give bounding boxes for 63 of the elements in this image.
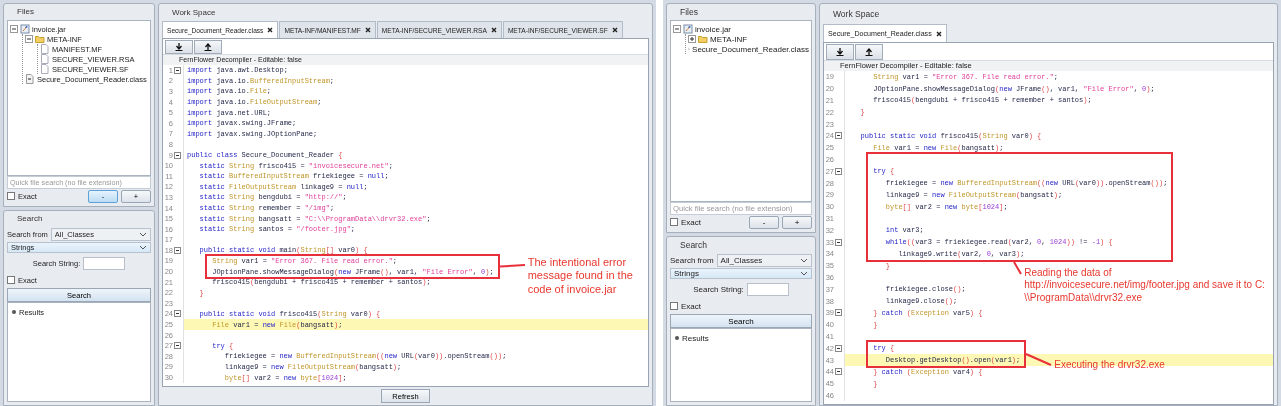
add-button[interactable]: + xyxy=(782,215,812,229)
checkbox[interactable] xyxy=(7,192,15,200)
close-icon[interactable] xyxy=(490,27,497,33)
folder-icon xyxy=(698,34,708,44)
tree-item[interactable]: Results xyxy=(682,333,709,343)
checkbox[interactable] xyxy=(7,276,15,284)
collapse-icon[interactable] xyxy=(174,342,181,350)
folder-icon xyxy=(35,34,45,44)
download-icon xyxy=(836,48,844,56)
dropdown[interactable]: All_Classes xyxy=(716,253,812,267)
collapse-icon[interactable] xyxy=(835,368,842,376)
expand-icon[interactable] xyxy=(688,35,696,43)
jar-icon xyxy=(683,24,693,34)
leader-line xyxy=(1025,353,1053,367)
panel-title: Search xyxy=(16,213,43,225)
search-string-field[interactable] xyxy=(746,282,789,296)
search-string-label: Search String: xyxy=(693,284,744,294)
panel-title: Files xyxy=(679,6,698,19)
leader-line xyxy=(1013,260,1023,275)
collapse-icon[interactable] xyxy=(835,167,842,175)
collapse-icon[interactable] xyxy=(835,344,842,352)
bullet-icon xyxy=(675,336,679,340)
panel-title: Work Space xyxy=(833,8,880,19)
checkbox-label: Exact xyxy=(681,301,701,311)
leader-line xyxy=(498,263,526,268)
search-from-label: Search from xyxy=(670,255,714,265)
panel-title: Work Space xyxy=(172,7,216,17)
annotation-note: The intentional error message found in the code of invoice.jar xyxy=(527,255,634,297)
collapse-icon[interactable] xyxy=(174,151,181,159)
collapse-icon[interactable] xyxy=(835,238,842,246)
search-button[interactable]: Search xyxy=(670,314,812,328)
jar-icon xyxy=(20,24,30,34)
panel-title: Search xyxy=(679,239,707,252)
remove-button[interactable]: - xyxy=(749,215,779,229)
upload-icon xyxy=(204,43,212,51)
close-icon[interactable] xyxy=(364,27,371,33)
annotation-note: Executing the drvr32.exe xyxy=(1054,358,1166,372)
tree-item[interactable]: META-INF xyxy=(710,34,748,44)
close-icon[interactable] xyxy=(267,27,274,33)
checkbox[interactable] xyxy=(670,218,678,226)
close-icon[interactable] xyxy=(935,30,942,37)
download-icon xyxy=(175,43,183,51)
tree-item[interactable]: invoice.jar xyxy=(695,24,731,34)
dropdown[interactable]: Strings xyxy=(670,268,812,279)
toolbar-button[interactable] xyxy=(165,40,193,54)
checkbox-label: Exact xyxy=(681,217,701,227)
tree-item[interactable]: Secure_Document_Reader.class xyxy=(692,44,809,54)
class-file-icon xyxy=(25,74,35,84)
checkbox[interactable] xyxy=(670,302,678,310)
upload-icon xyxy=(865,48,873,56)
collapse-icon[interactable] xyxy=(835,132,842,140)
search-string-field[interactable] xyxy=(83,256,126,270)
bullet-icon xyxy=(12,310,16,314)
toolbar-button[interactable] xyxy=(855,44,883,60)
close-icon[interactable] xyxy=(611,27,618,33)
collapse-icon[interactable] xyxy=(174,246,181,254)
collapse-icon[interactable] xyxy=(174,310,181,318)
collapse-icon[interactable] xyxy=(174,66,181,74)
annotation-note: Reading the data of http://invoicesecure.net/img/footer.jpg and save it to C: \\ProgramData\\drvr32.exe xyxy=(1024,266,1266,305)
toolbar-button[interactable] xyxy=(194,40,222,54)
toolbar-button[interactable] xyxy=(826,44,854,60)
collapse-icon[interactable] xyxy=(835,309,842,317)
panel-title: Files xyxy=(16,6,34,18)
